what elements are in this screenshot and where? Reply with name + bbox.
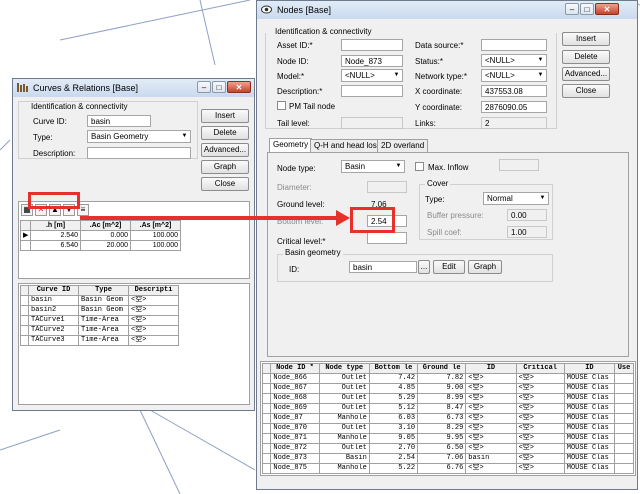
annotation-arrow-icon xyxy=(80,210,350,226)
